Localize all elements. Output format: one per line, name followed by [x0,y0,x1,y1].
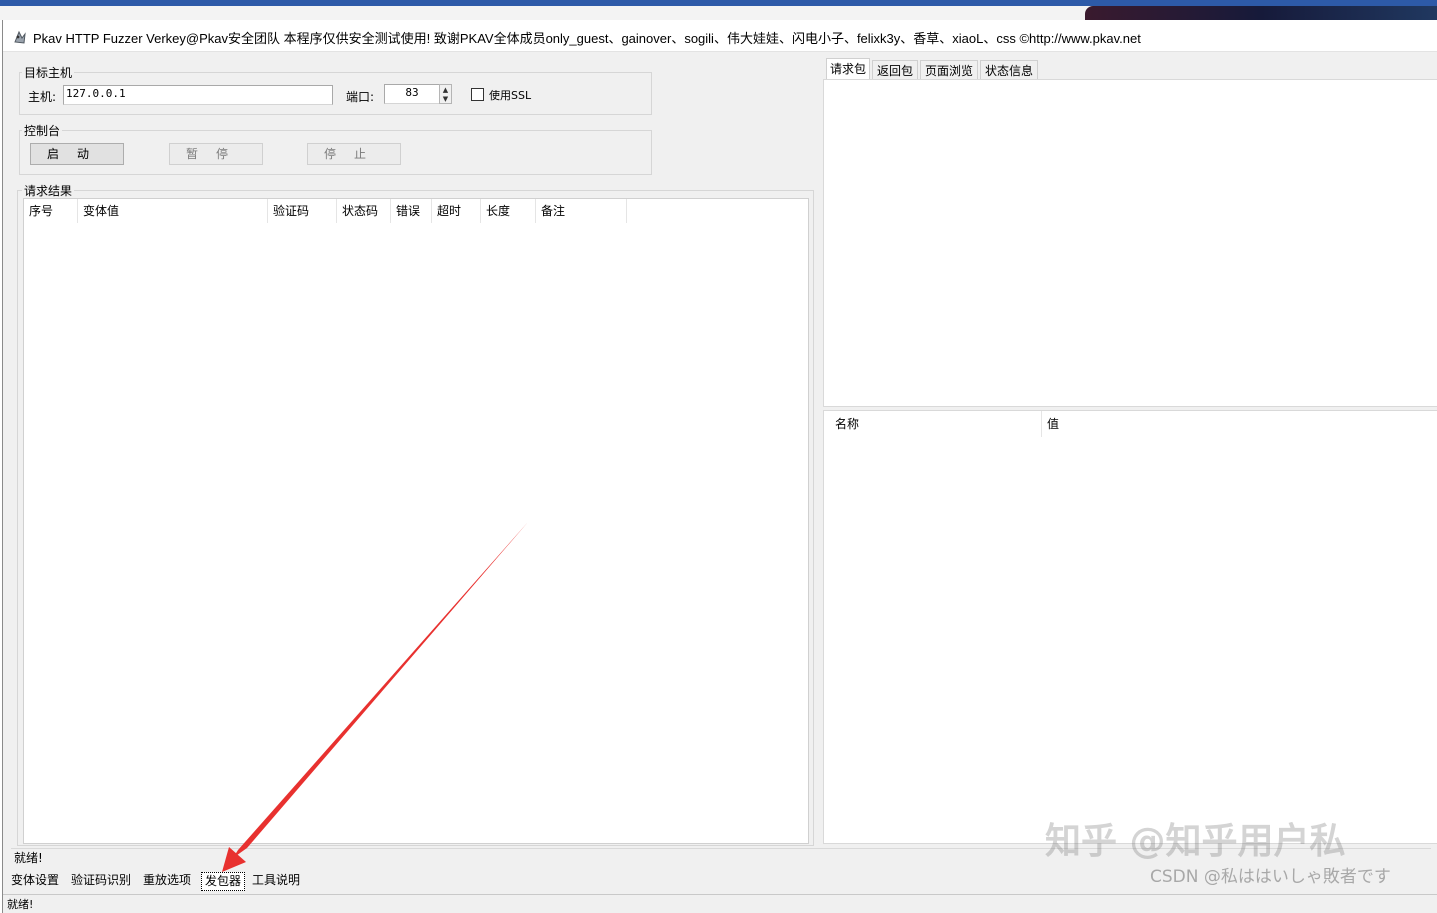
pause-button[interactable]: 暂停 [169,143,263,165]
tab-captcha-recognition[interactable]: 验证码识别 [68,870,134,890]
background-window-edge [1085,6,1437,20]
host-label: 主机: [28,90,57,104]
column-header-note[interactable]: 备注 [536,199,627,223]
window-title: Pkav HTTP Fuzzer Verkey@Pkav安全团队 本程序仅供安全… [33,31,1141,46]
results-group-label: 请求结果 [22,182,75,199]
column-header-status[interactable]: 状态码 [337,199,391,223]
stop-button[interactable]: 停止 [307,143,401,165]
column-header-variant[interactable]: 变体值 [78,199,268,223]
target-host-group-label: 目标主机 [22,64,75,81]
console-group-label: 控制台 [22,122,63,139]
spin-up-icon[interactable]: ▲ [441,86,450,94]
port-label: 端口: [346,90,375,104]
tab-replay-options[interactable]: 重放选项 [140,870,194,890]
tab-page-view[interactable]: 页面浏览 [920,60,978,80]
host-input[interactable]: 127.0.0.1 [63,85,333,105]
start-button[interactable]: 启动 [30,143,124,165]
app-icon [14,30,26,44]
tab-tool-help[interactable]: 工具说明 [249,870,303,890]
status-bar: 就绪! [3,894,1437,913]
tab-request[interactable]: 请求包 [826,58,870,80]
tab-variant-settings[interactable]: 变体设置 [8,870,62,890]
tab-packet-sender[interactable]: 发包器 [201,872,246,891]
ssl-checkbox[interactable] [471,88,484,101]
ssl-label: 使用SSL [489,89,532,102]
request-packet-pane[interactable] [823,79,1437,407]
column-header-index[interactable]: 序号 [24,199,78,223]
column-header-value[interactable]: 值 [1042,411,1437,437]
tab-response[interactable]: 返回包 [872,60,918,80]
spin-down-icon[interactable]: ▼ [441,95,450,103]
results-table[interactable]: 序号 变体值 验证码 状态码 错误 超时 长度 备注 [23,198,809,844]
port-spinner[interactable]: ▲ ▼ [439,84,452,104]
port-input[interactable]: 83 [384,84,440,104]
csdn-watermark: CSDN @私ははいしゃ敗者です [1150,867,1391,887]
desktop-strip [0,6,1437,20]
column-header-timeout[interactable]: 超时 [432,199,481,223]
tab-status-info[interactable]: 状态信息 [980,60,1038,80]
name-value-table[interactable]: 名称 值 [823,410,1437,844]
column-header-captcha[interactable]: 验证码 [268,199,337,223]
column-header-error[interactable]: 错误 [391,199,432,223]
column-header-name[interactable]: 名称 [830,411,1042,437]
app-window: Pkav HTTP Fuzzer Verkey@Pkav安全团队 本程序仅供安全… [2,20,1437,913]
zhihu-watermark: 知乎 @知乎用户私 [1045,821,1346,862]
title-bar[interactable]: Pkav HTTP Fuzzer Verkey@Pkav安全团队 本程序仅供安全… [3,20,1437,52]
column-header-length[interactable]: 长度 [481,199,536,223]
